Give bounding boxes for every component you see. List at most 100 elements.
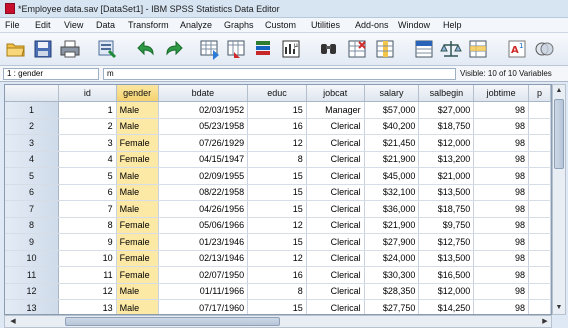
cell-salary[interactable]: $27,900 bbox=[364, 233, 420, 251]
vertical-scroll-thumb[interactable] bbox=[554, 99, 564, 169]
cell-p[interactable] bbox=[528, 134, 551, 152]
print-icon[interactable] bbox=[59, 38, 81, 60]
row-header[interactable]: 13 bbox=[5, 299, 60, 314]
cell-id[interactable]: 9 bbox=[58, 233, 117, 251]
cell-p[interactable] bbox=[528, 101, 551, 119]
cell-bdate[interactable]: 02/13/1946 bbox=[158, 250, 249, 267]
cell-bdate[interactable]: 04/15/1947 bbox=[158, 151, 249, 168]
menu-view[interactable]: View bbox=[64, 20, 83, 30]
open-folder-icon[interactable] bbox=[5, 38, 27, 60]
cell-jobcat[interactable]: Clerical bbox=[306, 200, 365, 218]
cell-id[interactable]: 10 bbox=[58, 250, 117, 267]
cell-salary[interactable]: $21,450 bbox=[364, 134, 420, 152]
cell-jobtime[interactable]: 98 bbox=[473, 101, 530, 119]
cell-salbegin[interactable]: $13,500 bbox=[418, 184, 475, 201]
cell-educ[interactable]: 16 bbox=[247, 266, 307, 284]
insert-cases-icon[interactable] bbox=[346, 38, 368, 60]
cell-salbegin[interactable]: $14,250 bbox=[418, 299, 475, 314]
cell-bdate[interactable]: 04/26/1956 bbox=[158, 200, 249, 218]
cell-id[interactable]: 13 bbox=[58, 299, 117, 314]
cell-jobcat[interactable]: Clerical bbox=[306, 283, 365, 300]
cell-educ[interactable]: 12 bbox=[247, 217, 307, 234]
cell-educ[interactable]: 12 bbox=[247, 250, 307, 267]
cell-educ[interactable]: 8 bbox=[247, 283, 307, 300]
cell-bdate[interactable]: 01/23/1946 bbox=[158, 233, 249, 251]
cell-p[interactable] bbox=[528, 283, 551, 300]
cell-gender[interactable]: Female bbox=[116, 250, 159, 267]
cell-salary[interactable]: $32,100 bbox=[364, 184, 420, 201]
cell-salary[interactable]: $28,350 bbox=[364, 283, 420, 300]
cell-bdate[interactable]: 02/03/1952 bbox=[158, 101, 249, 119]
cell-jobcat[interactable]: Clerical bbox=[306, 233, 365, 251]
cell-educ[interactable]: 15 bbox=[247, 200, 307, 218]
undo-icon[interactable] bbox=[136, 38, 158, 60]
menu-edit[interactable]: Edit bbox=[35, 20, 51, 30]
horizontal-scroll-thumb[interactable] bbox=[65, 317, 280, 326]
cell-bdate[interactable]: 02/07/1950 bbox=[158, 266, 249, 284]
row-header[interactable]: 10 bbox=[5, 250, 60, 267]
insert-variable-icon[interactable] bbox=[374, 38, 396, 60]
goto-case-icon[interactable] bbox=[199, 38, 221, 60]
cell-salary[interactable]: $21,900 bbox=[364, 151, 420, 168]
cell-gender[interactable]: Female bbox=[116, 233, 159, 251]
cell-educ[interactable]: 15 bbox=[247, 299, 307, 314]
cell-salary[interactable]: $24,000 bbox=[364, 250, 420, 267]
row-header[interactable]: 6 bbox=[5, 184, 60, 201]
row-header[interactable]: 2 bbox=[5, 118, 60, 135]
find-icon[interactable] bbox=[318, 38, 340, 60]
cell-bdate[interactable]: 05/23/1958 bbox=[158, 118, 249, 135]
cell-salary[interactable]: $40,200 bbox=[364, 118, 420, 135]
cell-educ[interactable]: 12 bbox=[247, 134, 307, 152]
cell-id[interactable]: 8 bbox=[58, 217, 117, 234]
cell-p[interactable] bbox=[528, 217, 551, 234]
cell-educ[interactable]: 8 bbox=[247, 151, 307, 168]
cell-id[interactable]: 7 bbox=[58, 200, 117, 218]
cell-gender[interactable]: Female bbox=[116, 151, 159, 168]
cell-p[interactable] bbox=[528, 200, 551, 218]
cell-gender[interactable]: Female bbox=[116, 134, 159, 152]
cell-gender[interactable]: Male bbox=[116, 167, 159, 185]
cell-salbegin[interactable]: $13,200 bbox=[418, 151, 475, 168]
menu-data[interactable]: Data bbox=[96, 20, 115, 30]
cell-id[interactable]: 1 bbox=[58, 101, 117, 119]
menu-window[interactable]: Window bbox=[398, 20, 430, 30]
cell-p[interactable] bbox=[528, 118, 551, 135]
cell-gender[interactable]: Male bbox=[116, 283, 159, 300]
cell-p[interactable] bbox=[528, 233, 551, 251]
cell-educ[interactable]: 15 bbox=[247, 167, 307, 185]
cell-salbegin[interactable]: $27,000 bbox=[418, 101, 475, 119]
cell-salbegin[interactable]: $12,000 bbox=[418, 134, 475, 152]
cell-educ[interactable]: 15 bbox=[247, 184, 307, 201]
cell-jobtime[interactable]: 98 bbox=[473, 118, 530, 135]
cell-gender[interactable]: Male bbox=[116, 200, 159, 218]
cell-gender[interactable]: Female bbox=[116, 266, 159, 284]
cell-jobcat[interactable]: Clerical bbox=[306, 118, 365, 135]
column-header-salbegin[interactable]: salbegin bbox=[418, 85, 475, 102]
cell-salbegin[interactable]: $13,500 bbox=[418, 250, 475, 267]
cell-jobtime[interactable]: 98 bbox=[473, 266, 530, 284]
cell-value-field[interactable]: m bbox=[103, 68, 456, 80]
cell-educ[interactable]: 15 bbox=[247, 233, 307, 251]
cell-salary[interactable]: $45,000 bbox=[364, 167, 420, 185]
cell-salbegin[interactable]: $16,500 bbox=[418, 266, 475, 284]
cell-salary[interactable]: $21,900 bbox=[364, 217, 420, 234]
row-header[interactable]: 3 bbox=[5, 134, 60, 152]
row-header[interactable]: 7 bbox=[5, 200, 60, 218]
cell-jobcat[interactable]: Clerical bbox=[306, 250, 365, 267]
cell-jobcat[interactable]: Clerical bbox=[306, 151, 365, 168]
cell-p[interactable] bbox=[528, 266, 551, 284]
row-header[interactable]: 5 bbox=[5, 167, 60, 185]
cell-salbegin[interactable]: $9,750 bbox=[418, 217, 475, 234]
cell-jobtime[interactable]: 98 bbox=[473, 283, 530, 300]
row-header[interactable]: 11 bbox=[5, 266, 60, 284]
cell-jobtime[interactable]: 98 bbox=[473, 299, 530, 314]
cell-jobcat[interactable]: Clerical bbox=[306, 134, 365, 152]
cell-gender[interactable]: Male bbox=[116, 101, 159, 119]
cell-salbegin[interactable]: $12,000 bbox=[418, 283, 475, 300]
cell-jobcat[interactable]: Clerical bbox=[306, 217, 365, 234]
cell-id[interactable]: 5 bbox=[58, 167, 117, 185]
cell-salary[interactable]: $57,000 bbox=[364, 101, 420, 119]
vertical-scrollbar[interactable]: ▲ ▼ bbox=[552, 84, 566, 315]
cell-jobtime[interactable]: 98 bbox=[473, 184, 530, 201]
cell-jobcat[interactable]: Clerical bbox=[306, 184, 365, 201]
